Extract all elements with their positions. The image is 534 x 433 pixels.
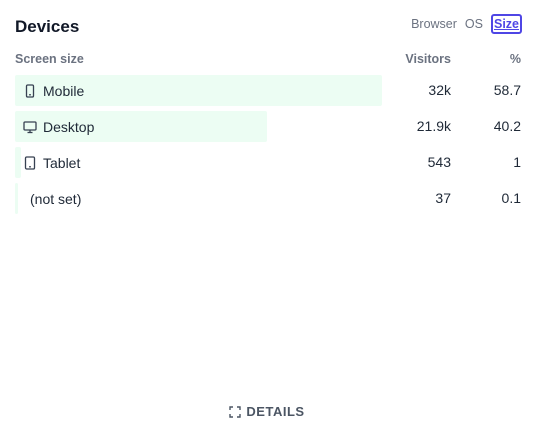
column-header-screen-size: Screen size (15, 52, 84, 66)
visitors-value: 32k (428, 82, 451, 98)
table-row[interactable]: (not set) 37 0.1 (15, 182, 521, 218)
details-footer: DETAILS (0, 404, 534, 421)
tab-size[interactable]: Size (490, 14, 522, 34)
percent-value: 0.1 (501, 190, 521, 206)
details-button[interactable]: DETAILS (229, 404, 304, 419)
row-label-text: Mobile (43, 83, 85, 99)
tablet-icon (23, 156, 37, 170)
column-header-percent: % (509, 52, 521, 66)
column-header-visitors: Visitors (405, 52, 451, 66)
mobile-icon (23, 84, 37, 98)
panel-title: Devices (15, 17, 80, 36)
devices-panel: Devices Browser OS Size Screen size Visi… (0, 0, 534, 433)
tab-os[interactable]: OS (465, 15, 483, 33)
tab-browser[interactable]: Browser (411, 15, 457, 33)
row-label: Desktop (23, 119, 94, 135)
expand-icon (229, 405, 242, 418)
row-label: Mobile (23, 83, 84, 99)
details-label: DETAILS (246, 404, 305, 419)
share-bar (15, 147, 21, 178)
table-header: Screen size Visitors % (15, 52, 521, 68)
visitors-value: 543 (427, 154, 451, 170)
percent-value: 40.2 (493, 118, 521, 134)
row-label-text: (not set) (30, 191, 82, 207)
row-label-text: Desktop (43, 119, 95, 135)
share-bar (15, 183, 18, 214)
row-label: Tablet (23, 155, 80, 171)
visitors-value: 21.9k (416, 118, 451, 134)
percent-value: 58.7 (493, 82, 521, 98)
table-body: Mobile 32k 58.7 Desktop 21.9k 40.2 Table… (15, 74, 521, 218)
table-row[interactable]: Tablet 543 1 (15, 146, 521, 182)
row-label: (not set) (30, 191, 81, 207)
table-row[interactable]: Desktop 21.9k 40.2 (15, 110, 521, 146)
desktop-icon (23, 120, 37, 134)
visitors-value: 37 (435, 190, 451, 206)
tab-bar: Browser OS Size (403, 14, 522, 34)
row-label-text: Tablet (43, 155, 81, 171)
percent-value: 1 (513, 154, 521, 170)
table-row[interactable]: Mobile 32k 58.7 (15, 74, 521, 110)
